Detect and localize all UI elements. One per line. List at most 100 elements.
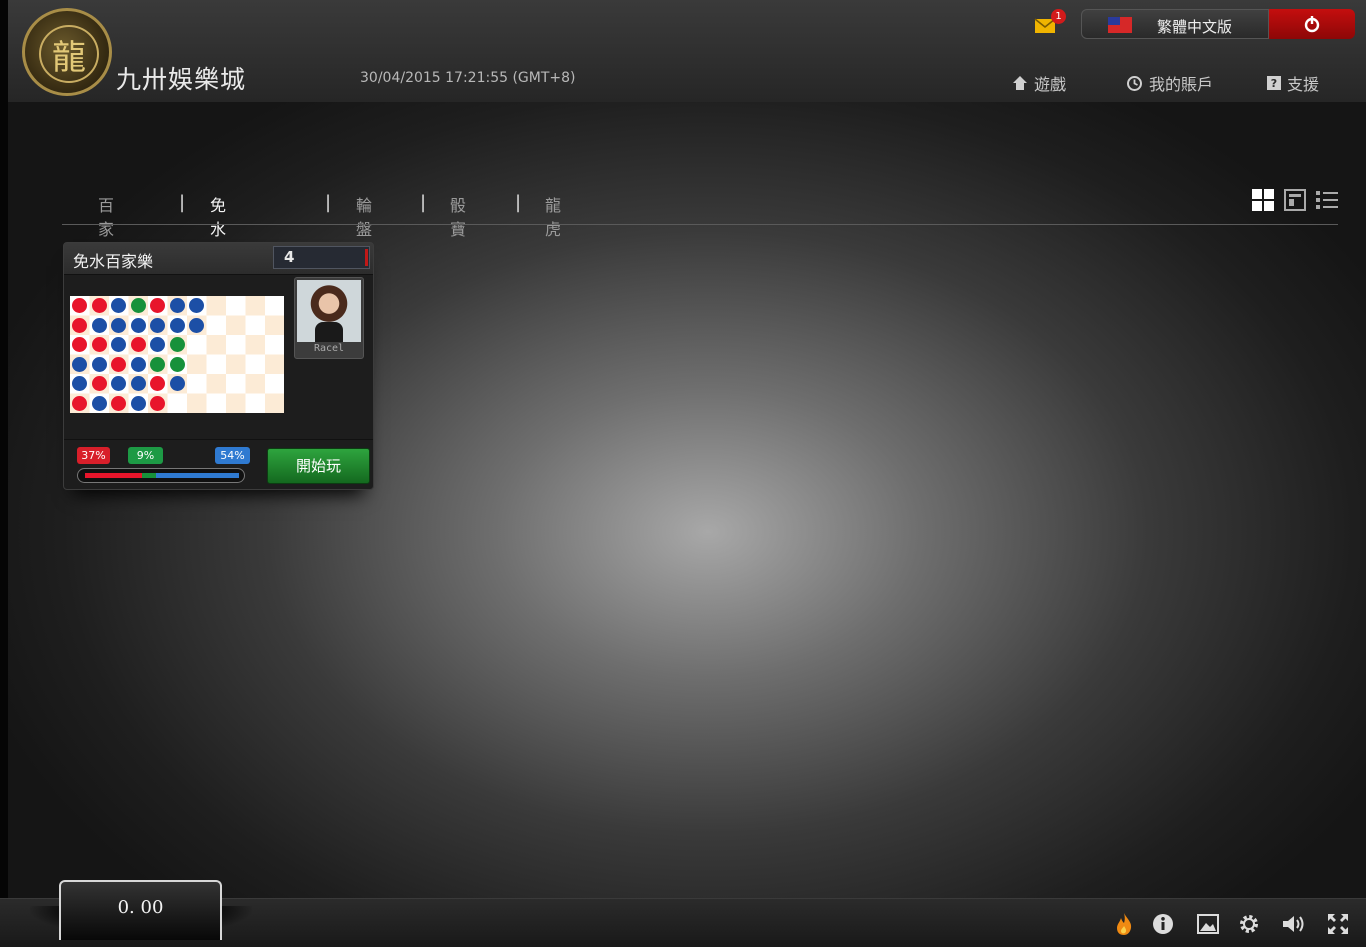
power-icon [1304,16,1320,33]
svg-text:?: ? [1271,77,1277,90]
road-bead [111,395,126,411]
road-bead [150,356,165,372]
road-bead [91,337,107,352]
dealer-name: Racel [313,343,345,354]
banker-ratio-segment [85,473,142,478]
road-bead [111,376,126,391]
road-bead [150,395,165,411]
road-bead [130,356,146,372]
dealer-photo [297,280,361,342]
nav-my-account[interactable]: 我的賬戶 [1126,71,1213,95]
road-bead [91,298,107,313]
image-icon [1197,914,1219,934]
road-bead [169,317,185,333]
mail-badge: 1 [1051,9,1066,24]
road-bead [91,317,107,333]
fullscreen-icon [1328,914,1348,934]
road-bead [72,298,87,313]
grid-view-icon[interactable] [1252,189,1274,211]
road-bead [130,317,146,333]
sound-button[interactable] [1282,912,1306,936]
tie-ratio-segment [141,473,156,478]
panel-view-icon[interactable] [1284,189,1306,211]
left-edge [0,0,8,946]
result-ratio-bar [77,468,245,483]
dealer-card: Racel [294,277,364,359]
tab-sic-bo[interactable]: 骰寶 [450,192,466,240]
tabs-underline [62,224,1338,225]
road-bead [169,298,185,313]
help-icon: ? [1267,76,1281,90]
bead-road [70,296,284,413]
nav-support-label: 支援 [1287,75,1320,94]
settings-button[interactable] [1237,912,1261,936]
dragon-logo-icon: 龍 [39,25,99,83]
start-play-button[interactable]: 開始玩 [267,448,370,484]
road-bead [169,337,185,352]
road-bead [130,337,146,352]
tab-separator: | [515,192,522,213]
road-bead [150,337,165,352]
language-label: 繁體中文版 [1157,18,1233,36]
table-number: 4 [273,246,370,269]
view-mode-switcher [1252,189,1338,211]
road-bead [72,356,87,372]
card-header: 免水百家樂 4 [64,243,373,275]
logout-button[interactable] [1269,9,1355,39]
nav-my-account-label: 我的賬戶 [1149,75,1214,94]
tab-separator: | [325,192,332,213]
tab-separator: | [179,192,186,213]
road-bead [150,376,165,391]
casino-logo-seal: 龍 [22,8,112,96]
road-bead [130,376,146,391]
player-percent-badge: 54% [215,447,250,464]
tab-dragon-tiger[interactable]: 龍虎 [545,192,561,240]
flame-icon [1117,913,1132,935]
gallery-button[interactable] [1196,912,1220,936]
card-divider [64,439,373,440]
info-button[interactable] [1151,912,1175,936]
road-bead [91,376,107,391]
player-ratio-segment [155,473,239,478]
road-bead [169,356,185,372]
language-selector[interactable]: 繁體中文版 [1081,9,1269,39]
road-bead [189,298,204,313]
settings-icon [1240,915,1258,933]
nav-games[interactable]: 遊戲 [1012,71,1066,95]
road-bead [150,298,165,313]
road-bead [91,356,107,372]
road-bead [72,395,87,411]
tab-separator: | [420,192,427,213]
server-datetime: 30/04/2015 17:21:55 (GMT+8) [360,70,576,86]
road-bead [189,317,204,333]
road-bead [111,356,126,372]
home-icon [1013,76,1027,90]
tab-roulette[interactable]: 輪盤 [356,192,372,240]
list-view-icon[interactable] [1316,189,1338,211]
info-icon [1153,914,1173,934]
road-bead [91,395,107,411]
road-bead [72,317,87,333]
road-bead [72,376,87,391]
road-bead [130,395,146,411]
road-bead [169,376,185,391]
road-bead [150,317,165,333]
game-table-card[interactable]: 免水百家樂 4 Racel 37% 9% 54% 開始玩 [63,242,374,490]
road-bead [130,298,146,313]
history-icon [1127,75,1142,91]
balance-display: 0. 00 [59,880,222,940]
tie-percent-badge: 9% [128,447,163,464]
table-title: 免水百家樂 [73,252,154,271]
volume-icon [1283,916,1304,932]
banker-percent-badge: 37% [77,447,110,464]
road-bead [111,337,126,352]
road-bead [72,337,87,352]
road-bead [111,317,126,333]
nav-support[interactable]: ? 支援 [1267,71,1319,95]
nav-games-label: 遊戲 [1034,75,1067,94]
hot-games-button[interactable] [1112,912,1136,936]
road-bead [111,298,126,313]
fullscreen-button[interactable] [1326,912,1350,936]
taiwan-flag-icon [1108,17,1132,33]
brand-name: 九卅娛樂城 [116,65,247,94]
